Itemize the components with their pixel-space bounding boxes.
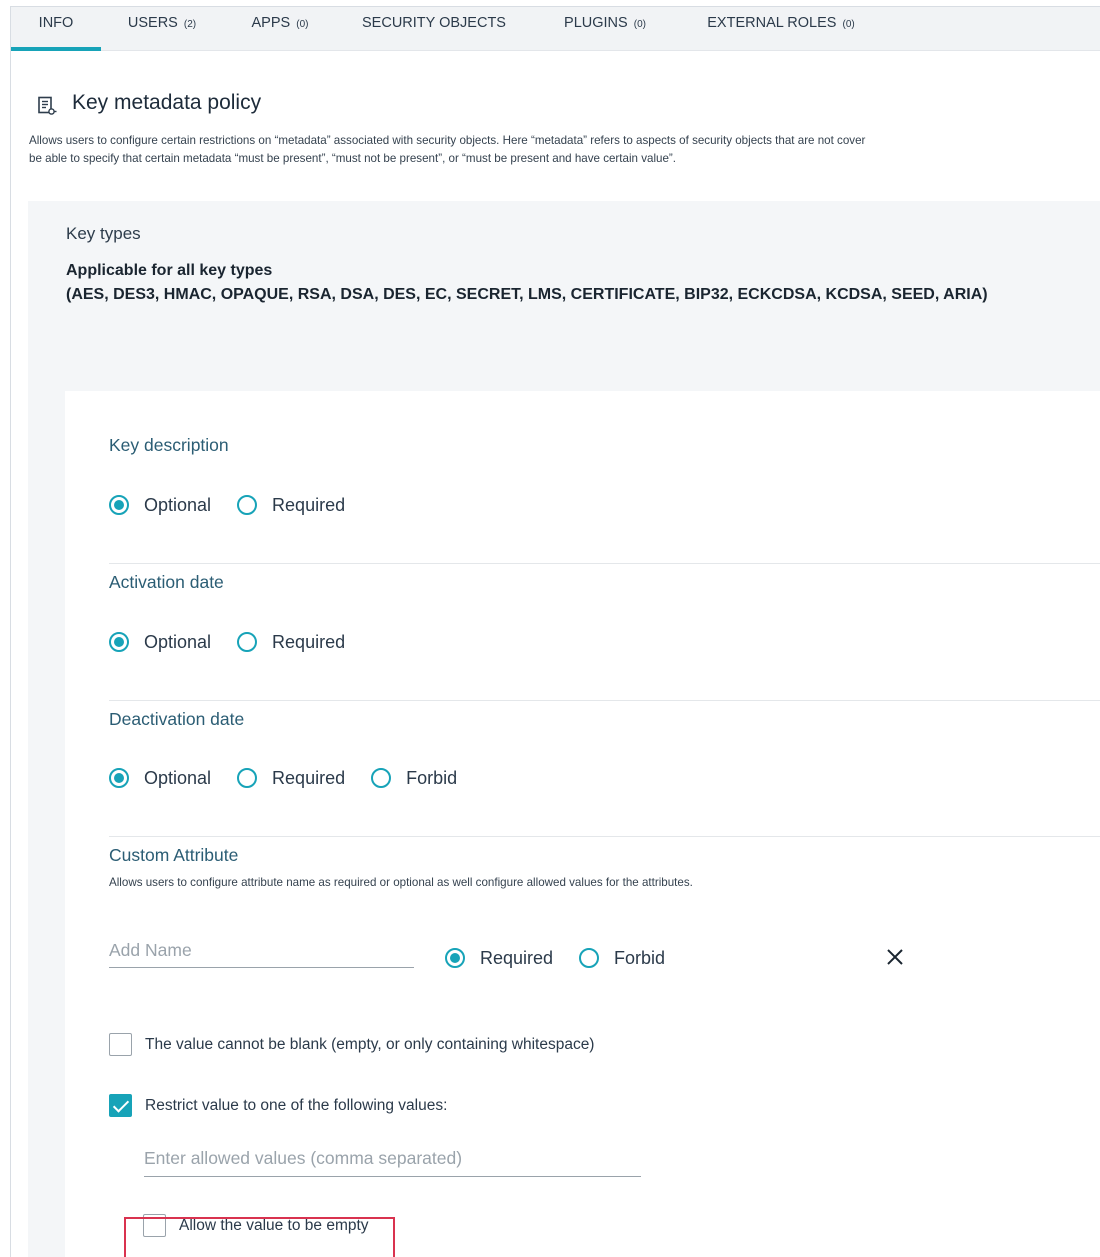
restrict-values-label: Restrict value to one of the following v… bbox=[145, 1096, 448, 1114]
radio-unselected-icon bbox=[237, 768, 258, 788]
page-description-line-2: be able to specify that certain metadata… bbox=[29, 152, 677, 165]
activation-date-radio-group: Optional Required bbox=[109, 629, 371, 655]
deactivation-date-title: Deactivation date bbox=[109, 709, 245, 729]
activation-date-title: Activation date bbox=[109, 572, 224, 592]
divider bbox=[109, 836, 1100, 837]
tab-external-roles-count: (0) bbox=[842, 19, 855, 30]
key-types-heading: Applicable for all key types bbox=[66, 262, 273, 279]
deactivation-date-forbid-radio[interactable]: Forbid bbox=[371, 768, 457, 789]
tab-plugins[interactable]: PLUGINS (0) bbox=[551, 7, 659, 51]
radio-label: Required bbox=[272, 767, 346, 788]
tab-apps-count: (0) bbox=[296, 19, 309, 30]
tab-external-roles[interactable]: EXTERNAL ROLES (0) bbox=[695, 7, 867, 51]
tab-security-objects-label: SECURITY OBJECTS bbox=[362, 15, 506, 31]
divider bbox=[109, 563, 1100, 564]
tab-users-label: USERS bbox=[127, 15, 178, 31]
radio-label: Optional bbox=[144, 767, 212, 788]
custom-attribute-title: Custom Attribute bbox=[109, 845, 239, 865]
radio-label: Optional bbox=[144, 494, 212, 515]
tab-external-roles-label: EXTERNAL ROLES bbox=[707, 15, 837, 31]
page-description-line-1: Allows users to configure certain restri… bbox=[29, 134, 866, 147]
tab-users-count: (2) bbox=[183, 19, 197, 30]
custom-attribute-forbid-radio[interactable]: Forbid bbox=[579, 948, 665, 969]
not-blank-label: The value cannot be blank (empty, or onl… bbox=[145, 1035, 595, 1053]
radio-label: Optional bbox=[144, 631, 212, 652]
radio-unselected-icon bbox=[237, 632, 258, 652]
restrict-values-checkbox-row[interactable]: Restrict value to one of the following v… bbox=[109, 1094, 447, 1117]
radio-selected-icon bbox=[109, 632, 129, 652]
key-types-title: Key types bbox=[66, 224, 141, 243]
radio-unselected-icon bbox=[237, 495, 258, 515]
deactivation-date-required-radio[interactable]: Required bbox=[237, 768, 345, 789]
custom-attribute-description: Allows users to configure attribute name… bbox=[109, 876, 693, 889]
tab-apps[interactable]: APPS (0) bbox=[239, 7, 321, 51]
attribute-name-input[interactable] bbox=[109, 934, 414, 968]
key-description-required-radio[interactable]: Required bbox=[237, 495, 345, 516]
allowed-values-input[interactable] bbox=[144, 1141, 641, 1177]
radio-label: Forbid bbox=[406, 767, 458, 788]
tab-security-objects[interactable]: SECURITY OBJECTS bbox=[354, 7, 514, 51]
radio-unselected-icon bbox=[579, 948, 600, 968]
not-blank-checkbox[interactable] bbox=[109, 1033, 132, 1056]
metadata-policy-card: Key description Optional Required Activa… bbox=[65, 391, 1100, 1257]
tab-bar: INFO USERS (2) APPS (0) SECURITY OBJECTS… bbox=[11, 7, 1100, 51]
restrict-values-checkbox[interactable] bbox=[109, 1094, 132, 1117]
remove-attribute-close-icon[interactable] bbox=[885, 947, 905, 967]
page-title: Key metadata policy bbox=[72, 91, 262, 114]
key-description-title: Key description bbox=[109, 435, 229, 455]
deactivation-date-optional-radio[interactable]: Optional bbox=[109, 768, 211, 789]
not-blank-checkbox-row[interactable]: The value cannot be blank (empty, or onl… bbox=[109, 1033, 594, 1056]
key-types-panel: Key types Applicable for all key types (… bbox=[28, 201, 1100, 1257]
radio-selected-icon bbox=[109, 495, 129, 515]
activation-date-required-radio[interactable]: Required bbox=[237, 632, 345, 653]
tab-apps-label: APPS bbox=[251, 15, 291, 31]
highlight-box bbox=[124, 1217, 395, 1257]
key-types-list: (AES, DES3, HMAC, OPAQUE, RSA, DSA, DES,… bbox=[66, 286, 988, 303]
deactivation-date-radio-group: Optional Required Forbid bbox=[109, 765, 483, 791]
document-key-icon bbox=[38, 96, 57, 115]
key-description-radio-group: Optional Required bbox=[109, 492, 371, 518]
radio-unselected-icon bbox=[371, 768, 392, 788]
tab-info-label: INFO bbox=[38, 15, 74, 31]
radio-label: Required bbox=[272, 631, 346, 652]
activation-date-optional-radio[interactable]: Optional bbox=[109, 632, 211, 653]
radio-label: Required bbox=[480, 947, 554, 968]
tab-plugins-label: PLUGINS bbox=[564, 15, 628, 31]
custom-attribute-radio-group: Required Forbid bbox=[445, 945, 691, 971]
radio-selected-icon bbox=[445, 948, 465, 968]
radio-label: Required bbox=[272, 494, 346, 515]
divider bbox=[109, 700, 1100, 701]
tab-plugins-count: (0) bbox=[633, 19, 646, 30]
page-frame: INFO USERS (2) APPS (0) SECURITY OBJECTS… bbox=[10, 6, 1100, 1257]
tab-users[interactable]: USERS (2) bbox=[117, 7, 207, 51]
page-description: Allows users to configure certain restri… bbox=[29, 132, 1099, 168]
radio-label: Forbid bbox=[614, 947, 666, 968]
custom-attribute-required-radio[interactable]: Required bbox=[445, 948, 553, 969]
key-description-optional-radio[interactable]: Optional bbox=[109, 495, 211, 516]
radio-selected-icon bbox=[109, 768, 129, 788]
tab-info[interactable]: INFO bbox=[11, 7, 101, 51]
